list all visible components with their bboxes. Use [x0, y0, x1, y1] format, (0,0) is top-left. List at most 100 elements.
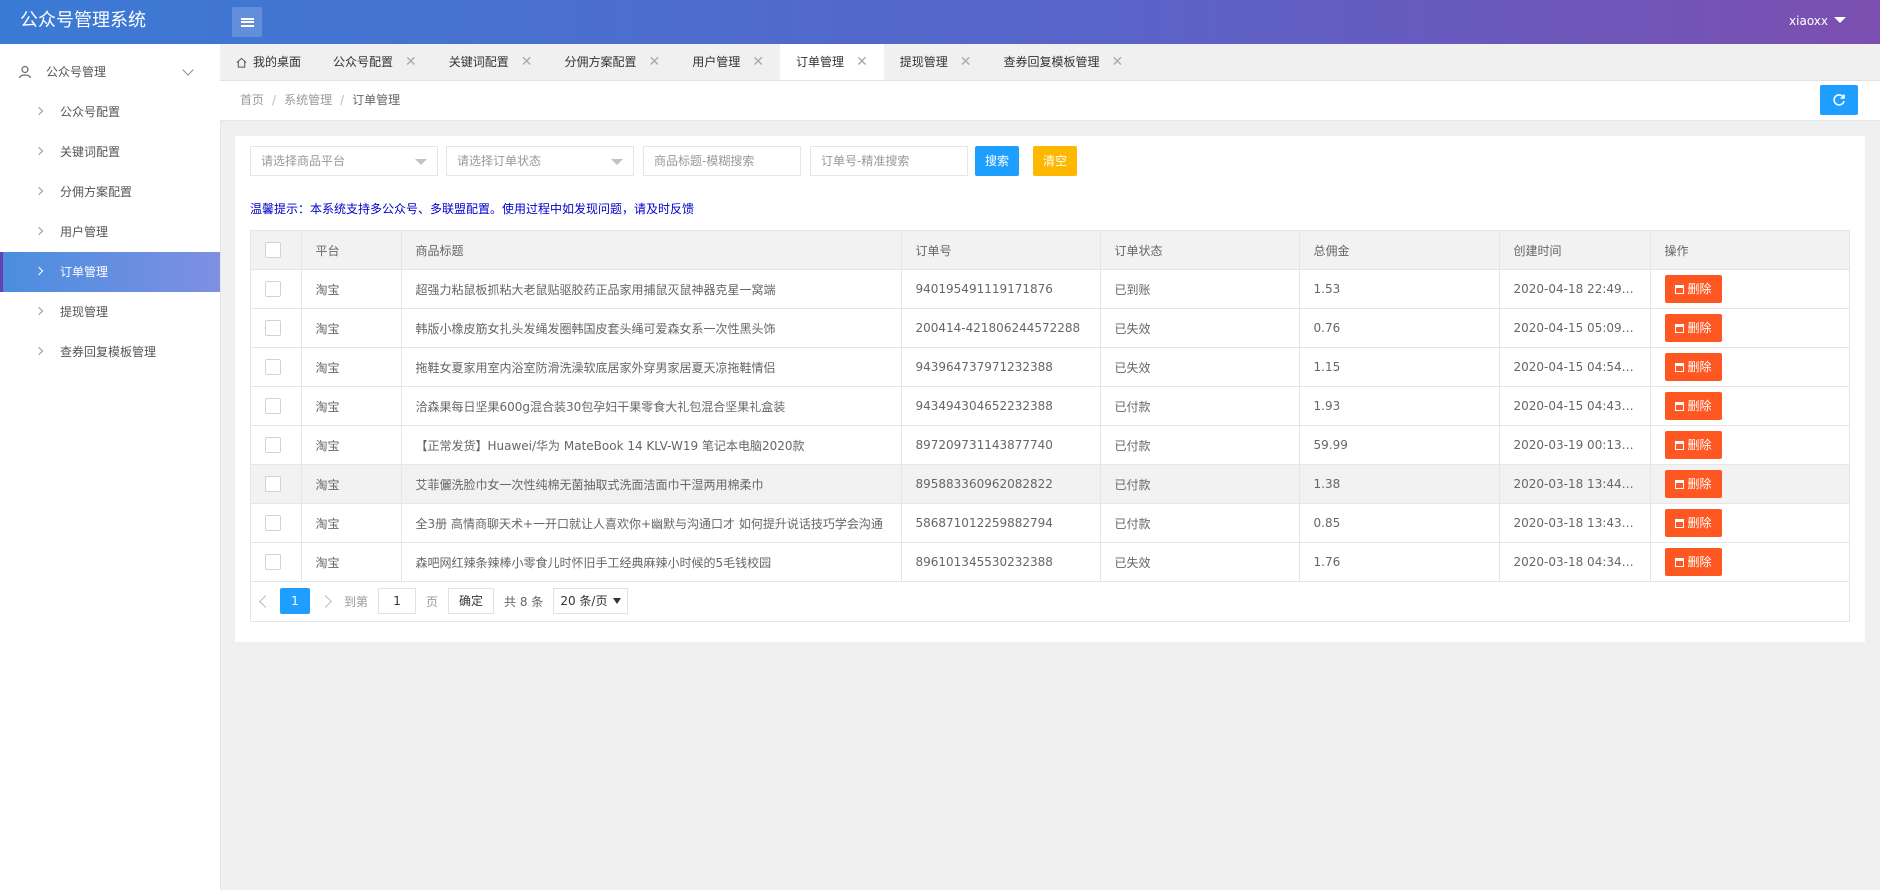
- menu-toggle-button[interactable]: [232, 7, 262, 37]
- tab-commission-config[interactable]: 分佣方案配置 ✕: [549, 44, 677, 80]
- sidebar-item-orders[interactable]: 订单管理: [0, 252, 220, 292]
- row-checkbox[interactable]: [265, 281, 281, 297]
- next-page-button[interactable]: [310, 594, 340, 608]
- user-menu[interactable]: xiaoxx: [1789, 0, 1846, 42]
- close-icon[interactable]: ✕: [1112, 44, 1124, 80]
- row-checkbox[interactable]: [265, 515, 281, 531]
- cell-order: 895883360962082822: [901, 464, 1101, 504]
- page-size-value: 20 条/页: [560, 594, 608, 608]
- tab-coupon-templates[interactable]: 查券回复模板管理 ✕: [988, 44, 1140, 80]
- sidebar-item-label: 订单管理: [60, 265, 109, 279]
- platform-select[interactable]: 请选择商品平台: [250, 146, 438, 176]
- delete-button[interactable]: 删除: [1664, 275, 1722, 303]
- delete-button[interactable]: 删除: [1664, 431, 1722, 459]
- delete-button[interactable]: 删除: [1664, 470, 1722, 498]
- tab-desktop[interactable]: 我的桌面: [220, 44, 317, 80]
- row-checkbox[interactable]: [265, 398, 281, 414]
- delete-label: 删除: [1687, 555, 1712, 569]
- close-icon[interactable]: ✕: [405, 44, 417, 80]
- tab-users[interactable]: 用户管理 ✕: [676, 44, 780, 80]
- cell-platform: 淘宝: [301, 386, 402, 426]
- tab-withdrawals[interactable]: 提现管理 ✕: [884, 44, 988, 80]
- trash-icon: [1674, 401, 1684, 411]
- tab-orders[interactable]: 订单管理 ✕: [780, 44, 884, 80]
- app-title: 公众号管理系统: [20, 10, 146, 31]
- sidebar-item-commission-config[interactable]: 分佣方案配置: [0, 172, 220, 212]
- table-row: 淘宝 洽森果每日坚果600g混合装30包孕妇干果零食大礼包混合坚果礼盒装 94349…: [251, 386, 1850, 426]
- close-icon[interactable]: ✕: [960, 44, 972, 80]
- platform-select-placeholder: 请选择商品平台: [261, 154, 346, 168]
- cell-status: 已付款: [1100, 425, 1300, 465]
- page-number-current[interactable]: 1: [280, 588, 310, 614]
- caret-down-icon: [611, 159, 623, 165]
- chevron-down-icon: [182, 64, 194, 76]
- sidebar-group-wechat[interactable]: 公众号管理: [0, 52, 220, 92]
- search-button[interactable]: 搜索: [975, 146, 1019, 176]
- username: xiaoxx: [1789, 14, 1828, 28]
- row-checkbox[interactable]: [265, 476, 281, 492]
- breadcrumb-parent[interactable]: 系统管理: [284, 93, 332, 107]
- title-search-input[interactable]: 商品标题-模糊搜索: [643, 146, 801, 176]
- sidebar-item-keyword-config[interactable]: 关键词配置: [0, 132, 220, 172]
- breadcrumb-home[interactable]: 首页: [240, 93, 264, 107]
- cell-platform: 淘宝: [301, 542, 402, 582]
- caret-down-icon: [1834, 17, 1846, 23]
- cell-time: 2020-04-15 04:54:57: [1499, 347, 1651, 387]
- breadcrumb: 首页 / 系统管理 / 订单管理: [240, 81, 400, 119]
- row-checkbox[interactable]: [265, 320, 281, 336]
- cell-title: 洽森果每日坚果600g混合装30包孕妇干果零食大礼包混合坚果礼盒装: [401, 386, 902, 426]
- chevron-right-icon: [34, 186, 44, 196]
- clear-button[interactable]: 清空: [1033, 146, 1077, 176]
- cell-order: 896101345530232388: [901, 542, 1101, 582]
- refresh-button[interactable]: [1820, 85, 1858, 115]
- sidebar-item-withdrawals[interactable]: 提现管理: [0, 292, 220, 332]
- status-select[interactable]: 请选择订单状态: [446, 146, 634, 176]
- cell-commission: 0.76: [1299, 308, 1500, 348]
- sidebar-item-label: 公众号配置: [60, 105, 121, 119]
- row-checkbox[interactable]: [265, 554, 281, 570]
- tab-account-config[interactable]: 公众号配置 ✕: [317, 44, 433, 80]
- delete-button[interactable]: 删除: [1664, 314, 1722, 342]
- cell-title: 韩版小橡皮筋女扎头发绳发圈韩国皮套头绳可爱森女系一次性黑头饰: [401, 308, 902, 348]
- sidebar-item-users[interactable]: 用户管理: [0, 212, 220, 252]
- column-header: 操作: [1650, 231, 1850, 270]
- tab-keyword-config[interactable]: 关键词配置 ✕: [433, 44, 549, 80]
- cell-title: 超强力粘鼠板抓粘大老鼠贴驱胶药正品家用捕鼠灭鼠神器克星一窝端: [401, 269, 902, 309]
- prev-page-button[interactable]: [250, 594, 280, 608]
- delete-button[interactable]: 删除: [1664, 392, 1722, 420]
- select-all-checkbox[interactable]: [265, 242, 281, 258]
- tab-label: 我的桌面: [253, 55, 302, 69]
- close-icon[interactable]: ✕: [856, 44, 868, 80]
- cell-title: 拖鞋女夏家用室内浴室防滑洗澡软底居家外穿男家居夏天凉拖鞋情侣: [401, 347, 902, 387]
- page-input[interactable]: 1: [378, 588, 417, 614]
- delete-button[interactable]: 删除: [1664, 353, 1722, 381]
- sidebar-item-account-config[interactable]: 公众号配置: [0, 92, 220, 132]
- cell-time: 2020-04-15 04:43:57: [1499, 386, 1651, 426]
- page-size-select[interactable]: 20 条/页: [553, 588, 629, 614]
- row-select-cell: [251, 269, 302, 309]
- row-checkbox[interactable]: [265, 437, 281, 453]
- delete-button[interactable]: 删除: [1664, 509, 1722, 537]
- cell-time: 2020-04-18 22:49:07: [1499, 269, 1651, 309]
- tab-bar: 我的桌面 公众号配置 ✕ 关键词配置 ✕ 分佣方案配置 ✕ 用户管理 ✕ 订单管理 ✕ 提…: [220, 44, 1880, 81]
- row-checkbox[interactable]: [265, 359, 281, 375]
- cell-actions: 删除: [1650, 542, 1850, 582]
- close-icon[interactable]: ✕: [649, 44, 661, 80]
- goto-confirm-button[interactable]: 确定: [448, 588, 495, 614]
- chevron-left-icon: [258, 594, 272, 608]
- column-header: 平台: [301, 231, 402, 270]
- sidebar-item-coupon-templates[interactable]: 查券回复模板管理: [0, 332, 220, 372]
- delete-label: 删除: [1687, 360, 1712, 374]
- table-row: 淘宝 艾菲儷洗脸巾女一次性纯棉无菌抽取式洗面洁面巾干湿两用棉柔巾 895883360…: [251, 464, 1850, 504]
- user-icon: [18, 65, 32, 79]
- cell-time: 2020-03-18 13:44:00: [1499, 464, 1651, 504]
- cell-platform: 淘宝: [301, 269, 402, 309]
- close-icon[interactable]: ✕: [521, 44, 533, 80]
- table-row: 淘宝 森吧网红辣条辣棒小零食儿时怀旧手工经典麻辣小时候的5毛钱校园 89610134…: [251, 542, 1850, 582]
- close-icon[interactable]: ✕: [752, 44, 764, 80]
- breadcrumb-separator: /: [340, 93, 345, 107]
- cell-actions: 删除: [1650, 347, 1850, 387]
- cell-actions: 删除: [1650, 464, 1850, 504]
- delete-button[interactable]: 删除: [1664, 548, 1722, 576]
- order-search-input[interactable]: 订单号-精准搜索: [810, 146, 968, 176]
